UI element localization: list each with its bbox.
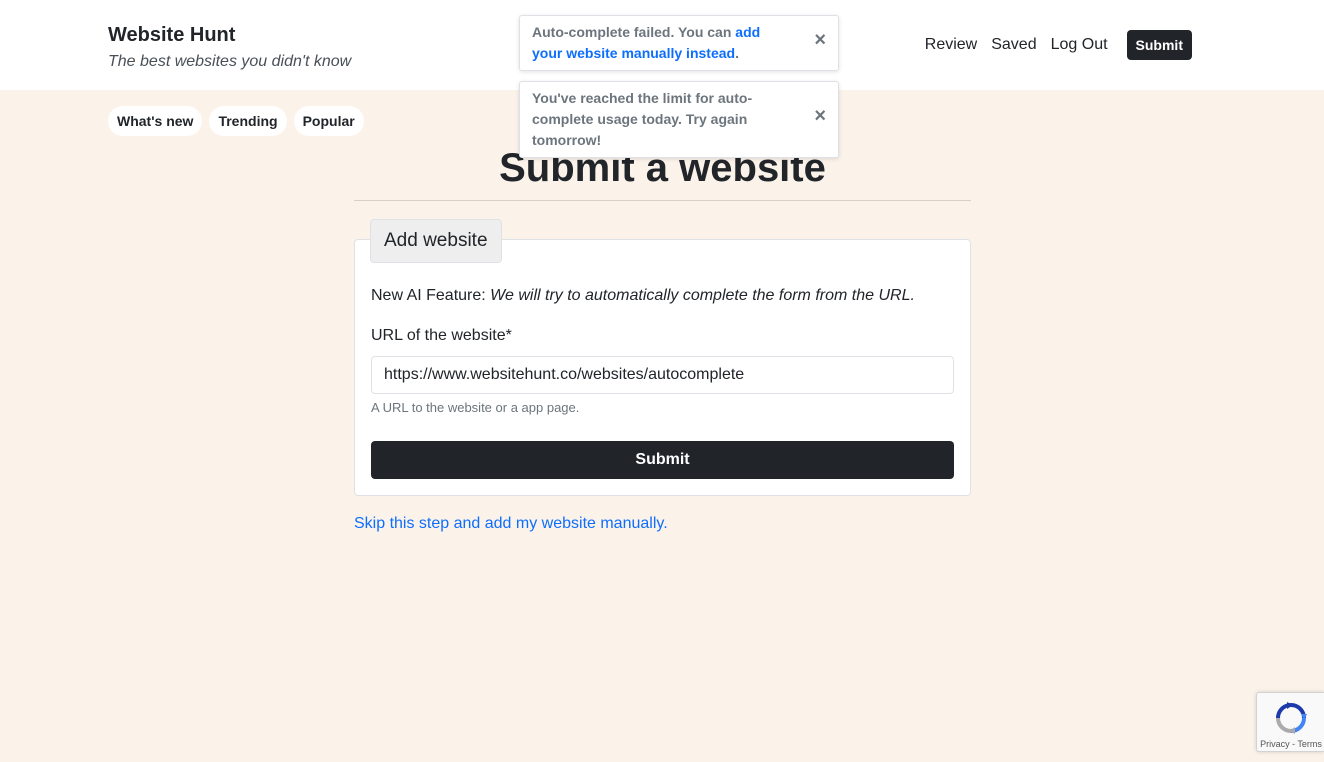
- url-input[interactable]: [371, 356, 954, 394]
- card-legend: Add website: [370, 219, 502, 263]
- close-icon[interactable]: ×: [814, 106, 826, 127]
- limit-reached-toast: You've reached the limit for auto-comple…: [519, 81, 839, 158]
- submit-button[interactable]: Submit: [371, 441, 954, 479]
- ai-feature-note: New AI Feature: We will try to automatic…: [371, 287, 915, 305]
- brand-title[interactable]: Website Hunt: [108, 24, 235, 47]
- filter-trending[interactable]: Trending: [209, 106, 287, 136]
- url-help-text: A URL to the website or a app page.: [371, 400, 580, 415]
- autocomplete-failed-toast: Auto-complete failed. You can add your w…: [519, 15, 839, 71]
- filter-whats-new[interactable]: What's new: [108, 106, 203, 136]
- url-field-label: URL of the website*: [371, 327, 512, 344]
- recaptcha-icon: [1276, 702, 1307, 734]
- filter-popular[interactable]: Popular: [293, 106, 364, 136]
- toast-text: You've reached the limit for auto-comple…: [532, 90, 753, 148]
- nav-submit-button[interactable]: Submit: [1126, 30, 1192, 60]
- nav-saved-link[interactable]: Saved: [991, 36, 1036, 54]
- ai-feature-text: We will try to automatically complete th…: [490, 287, 915, 304]
- nav-logout-link[interactable]: Log Out: [1051, 36, 1108, 54]
- skip-manual-link[interactable]: Skip this step and add my website manual…: [354, 515, 668, 533]
- nav-review-link[interactable]: Review: [925, 36, 977, 54]
- brand-tagline: The best websites you didn't know: [108, 53, 352, 70]
- recaptcha-badge[interactable]: Privacy - Terms: [1256, 692, 1324, 752]
- close-icon[interactable]: ×: [814, 30, 826, 51]
- toast-text: Auto-complete failed. You can: [532, 24, 736, 40]
- toast-text-end: .: [735, 45, 739, 61]
- ai-feature-label: New AI Feature:: [371, 287, 491, 304]
- recaptcha-terms[interactable]: Privacy - Terms: [1257, 739, 1324, 749]
- filter-pills: What's new Trending Popular: [108, 106, 364, 136]
- nav-links: Review Saved Log Out Submit: [911, 30, 1192, 60]
- title-divider: [354, 200, 971, 201]
